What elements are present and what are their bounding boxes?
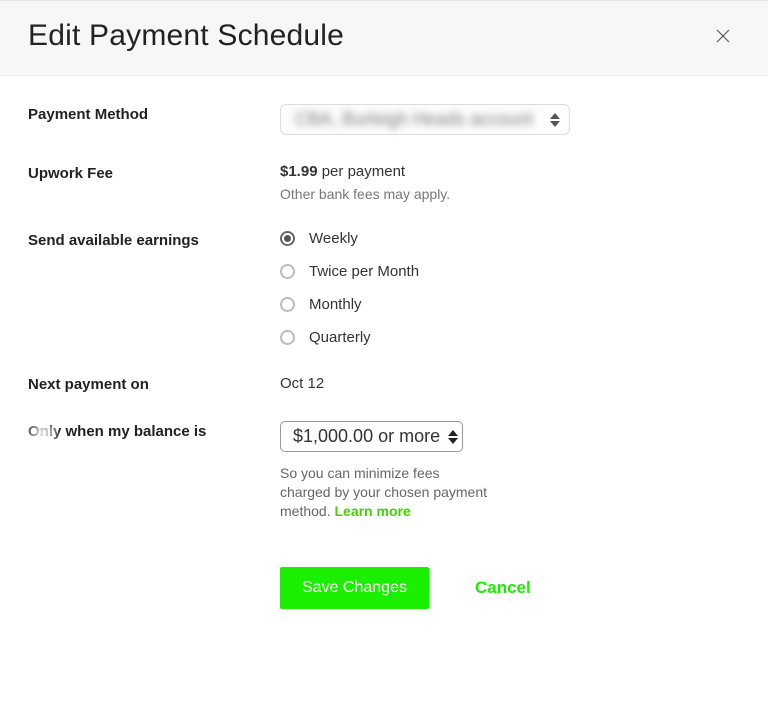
- schedule-option-quarterly[interactable]: Quarterly: [280, 329, 740, 346]
- schedule-label: Send available earnings: [28, 230, 280, 249]
- schedule-option-monthly[interactable]: Monthly: [280, 296, 740, 313]
- schedule-row: Send available earnings Weekly Twice per…: [28, 230, 740, 346]
- balance-row: Only when my balance is $1,000.00 or mor…: [28, 421, 740, 521]
- schedule-option-weekly[interactable]: Weekly: [280, 230, 740, 247]
- radio-icon: [280, 297, 295, 312]
- balance-hint: So you can minimize fees charged by your…: [280, 464, 490, 521]
- radio-icon: [280, 264, 295, 279]
- radio-label: Quarterly: [309, 329, 371, 346]
- fee-label: Upwork Fee: [28, 163, 280, 182]
- balance-threshold-select[interactable]: $1,000.00 or more: [280, 421, 463, 452]
- cancel-button[interactable]: Cancel: [475, 578, 531, 598]
- payment-method-selected: CBA, Burleigh Heads account: [295, 109, 541, 130]
- learn-more-link[interactable]: Learn more: [334, 503, 410, 519]
- balance-selected: $1,000.00 or more: [293, 426, 440, 447]
- select-stepper-icon: [547, 112, 563, 128]
- next-payment-row: Next payment on Oct 12: [28, 374, 740, 393]
- radio-label: Monthly: [309, 296, 362, 313]
- schedule-radio-group: Weekly Twice per Month Monthly Quarterly: [280, 230, 740, 346]
- payment-method-label: Payment Method: [28, 104, 280, 123]
- fee-per: per payment: [322, 163, 405, 180]
- dialog-header: Edit Payment Schedule: [0, 0, 768, 76]
- fee-note: Other bank fees may apply.: [280, 186, 740, 202]
- select-stepper-icon: [448, 429, 458, 445]
- close-button[interactable]: [706, 19, 740, 53]
- save-button[interactable]: Save Changes: [280, 567, 429, 609]
- radio-icon: [280, 330, 295, 345]
- dialog-actions: Save Changes Cancel: [280, 567, 740, 609]
- schedule-option-twice[interactable]: Twice per Month: [280, 263, 740, 280]
- fee-amount: $1.99: [280, 163, 318, 180]
- fee-value: $1.99 per payment: [280, 163, 740, 180]
- next-payment-value: Oct 12: [280, 374, 740, 392]
- radio-label: Weekly: [309, 230, 358, 247]
- dialog-body: Payment Method CBA, Burleigh Heads accou…: [0, 76, 768, 609]
- fee-row: Upwork Fee $1.99 per payment Other bank …: [28, 163, 740, 202]
- close-icon: [714, 27, 732, 45]
- next-payment-label: Next payment on: [28, 374, 280, 393]
- payment-method-select[interactable]: CBA, Burleigh Heads account: [280, 104, 570, 135]
- radio-icon: [280, 231, 295, 246]
- dialog-title: Edit Payment Schedule: [28, 19, 344, 53]
- radio-label: Twice per Month: [309, 263, 419, 280]
- payment-method-row: Payment Method CBA, Burleigh Heads accou…: [28, 104, 740, 135]
- blur-overlay: [28, 423, 58, 443]
